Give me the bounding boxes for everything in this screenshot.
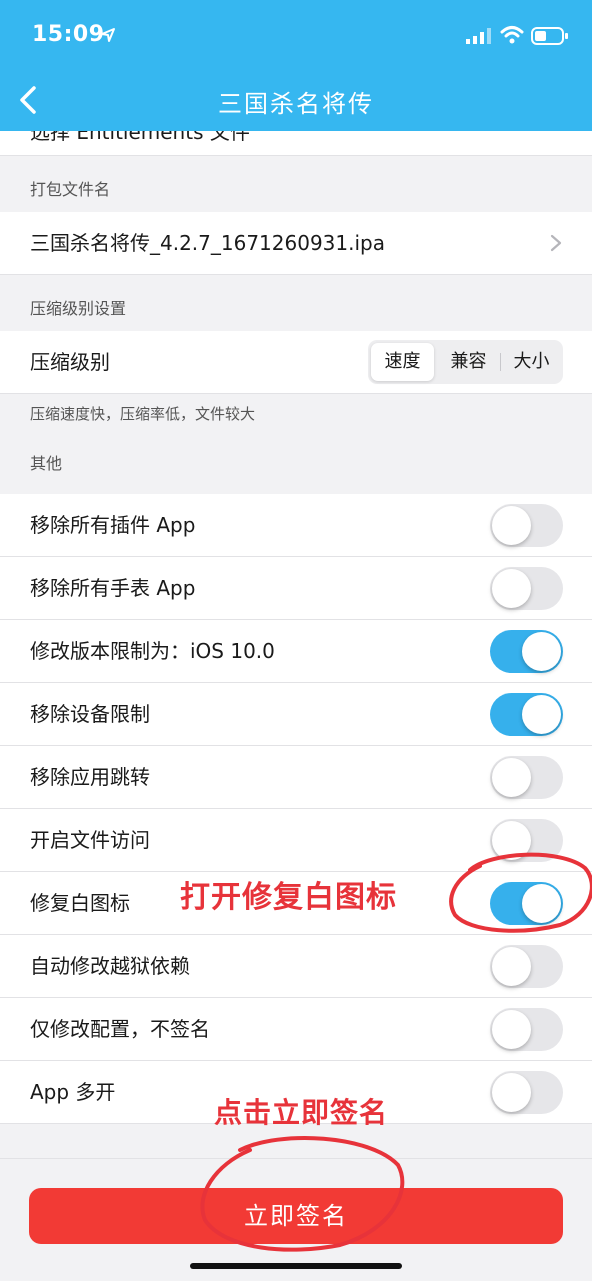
toggle-knob bbox=[492, 506, 531, 545]
section-header-package-name: 打包文件名 bbox=[0, 156, 592, 212]
compression-hint: 压缩速度快，压缩率低，文件较大 bbox=[30, 405, 256, 423]
toggle-switch[interactable] bbox=[490, 504, 563, 547]
bottom-bar: 立即签名 bbox=[0, 1158, 592, 1281]
toggle-label: 移除所有手表 App bbox=[30, 576, 196, 600]
toggle-row: 移除应用跳转 bbox=[0, 746, 592, 809]
toggle-knob bbox=[522, 695, 561, 734]
annotation-fix-icon: 打开修复白图标 bbox=[180, 880, 397, 915]
location-arrow-icon bbox=[101, 28, 115, 42]
section-header-compression: 压缩级别设置 bbox=[0, 275, 592, 331]
compression-label: 压缩级别 bbox=[30, 350, 110, 374]
segment-speed[interactable]: 速度 bbox=[371, 343, 434, 381]
toggle-switch[interactable] bbox=[490, 1071, 563, 1114]
toggle-switch[interactable] bbox=[490, 1008, 563, 1051]
toggle-label: 移除应用跳转 bbox=[30, 765, 150, 789]
toggle-label: 开启文件访问 bbox=[30, 828, 150, 852]
toggle-row: 移除所有插件 App bbox=[0, 494, 592, 557]
toggle-row: 自动修改越狱依赖 bbox=[0, 935, 592, 998]
toggle-knob bbox=[492, 1073, 531, 1112]
settings-list: 选择 Entitlements 文件 打包文件名 三国杀名将传_4.2.7_16… bbox=[0, 131, 592, 1124]
toggle-knob bbox=[492, 947, 531, 986]
toggle-row: 仅修改配置，不签名 bbox=[0, 998, 592, 1061]
home-indicator bbox=[190, 1263, 402, 1269]
compression-segmented-control: 速度 兼容 大小 bbox=[368, 340, 563, 384]
toggle-knob bbox=[492, 569, 531, 608]
toggle-label: 仅修改配置，不签名 bbox=[30, 1017, 210, 1041]
toggle-row: 移除所有手表 App bbox=[0, 557, 592, 620]
status-bar: 15:09 bbox=[0, 0, 592, 70]
annotation-click-sign: 点击立即签名 bbox=[214, 1096, 389, 1129]
header: 15:09 三国杀名将传 bbox=[0, 0, 592, 131]
page-title: 三国杀名将传 bbox=[218, 90, 374, 118]
toggle-switch[interactable] bbox=[490, 882, 563, 925]
toggle-knob bbox=[522, 884, 561, 923]
status-time: 15:09 bbox=[32, 22, 105, 47]
toggle-switch[interactable] bbox=[490, 567, 563, 610]
toggle-switch[interactable] bbox=[490, 819, 563, 862]
toggle-label: 修复白图标 bbox=[30, 891, 130, 915]
toggle-label: 自动修改越狱依赖 bbox=[30, 954, 190, 978]
entitlements-row[interactable]: 选择 Entitlements 文件 bbox=[0, 131, 592, 156]
toggle-label: App 多开 bbox=[30, 1080, 116, 1104]
toggle-knob bbox=[522, 632, 561, 671]
section-header-other: 其他 bbox=[0, 442, 592, 494]
toggle-label: 移除设备限制 bbox=[30, 702, 150, 726]
cellular-signal-icon bbox=[466, 28, 491, 44]
segment-compatible[interactable]: 兼容 bbox=[437, 343, 500, 381]
entitlements-label: 选择 Entitlements 文件 bbox=[30, 131, 250, 144]
toggle-label: 修改版本限制为：iOS 10.0 bbox=[30, 639, 275, 663]
toggle-row: 开启文件访问 bbox=[0, 809, 592, 872]
toggle-switch[interactable] bbox=[490, 693, 563, 736]
toggle-row: 修改版本限制为：iOS 10.0 bbox=[0, 620, 592, 683]
toggle-knob bbox=[492, 1010, 531, 1049]
toggle-list: 移除所有插件 App 移除所有手表 App 修改版本限制为：iOS 10.0 移除设备… bbox=[0, 494, 592, 1124]
package-file-row[interactable]: 三国杀名将传_4.2.7_1671260931.ipa bbox=[0, 212, 592, 275]
toggle-knob bbox=[492, 758, 531, 797]
toggle-label: 移除所有插件 App bbox=[30, 513, 196, 537]
package-file-name: 三国杀名将传_4.2.7_1671260931.ipa bbox=[30, 231, 385, 255]
segment-size[interactable]: 大小 bbox=[500, 343, 563, 381]
toggle-knob bbox=[492, 821, 531, 860]
toggle-row: 移除设备限制 bbox=[0, 683, 592, 746]
chevron-right-icon bbox=[550, 234, 562, 252]
wifi-icon bbox=[500, 26, 524, 44]
compression-row: 压缩级别 速度 兼容 大小 bbox=[0, 331, 592, 394]
nav-bar: 三国杀名将传 bbox=[0, 70, 592, 131]
toggle-switch[interactable] bbox=[490, 630, 563, 673]
toggle-switch[interactable] bbox=[490, 756, 563, 799]
toggle-switch[interactable] bbox=[490, 945, 563, 988]
sign-now-button[interactable]: 立即签名 bbox=[29, 1188, 563, 1244]
battery-icon bbox=[531, 27, 568, 45]
